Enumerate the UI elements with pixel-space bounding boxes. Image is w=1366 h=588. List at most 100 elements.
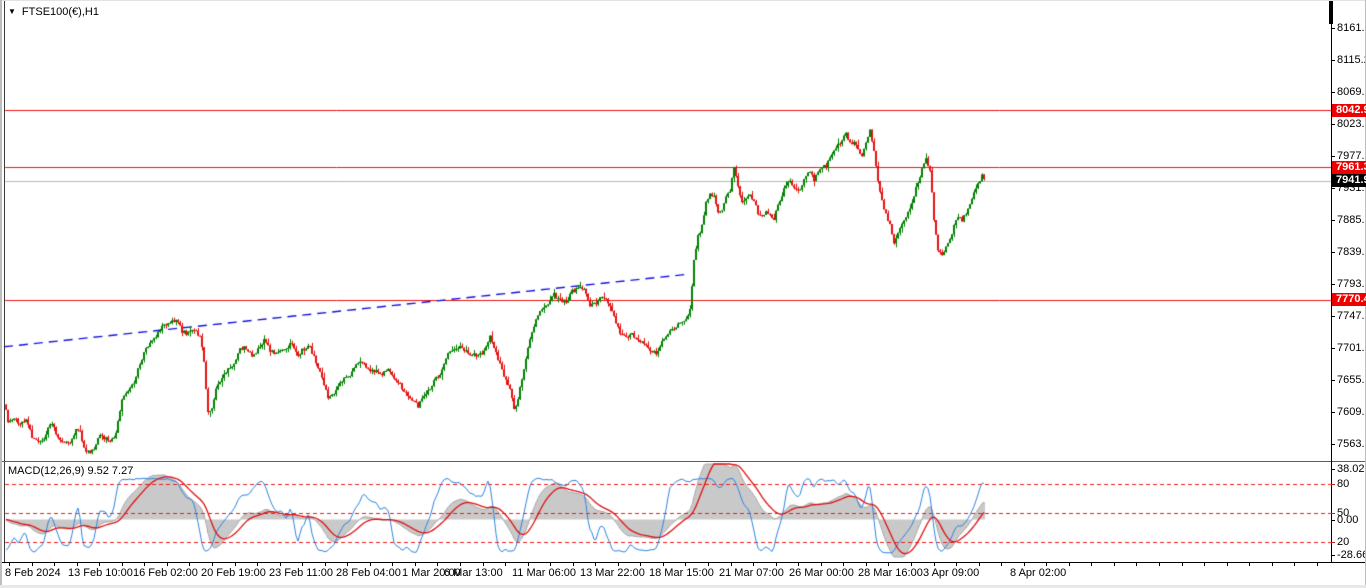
price-axis-tick xyxy=(1331,444,1335,446)
time-axis-label: 18 Mar 15:00 xyxy=(649,567,714,579)
time-axis-tick xyxy=(550,563,551,566)
time-axis-tick xyxy=(1114,563,1115,566)
macd-level-label: 50 xyxy=(1337,507,1350,519)
time-axis-tick xyxy=(415,563,416,566)
chart-title-row[interactable]: ▼ FTSE100(€),H1 xyxy=(8,6,99,18)
price-axis-tick xyxy=(1331,316,1335,318)
price-axis-tick xyxy=(1331,220,1335,222)
time-axis-label: 8 Feb 2024 xyxy=(5,567,61,579)
time-axis-tick xyxy=(483,563,484,566)
macd-axis[interactable]: 38.02 0.00 -28.66 80 50 20 xyxy=(1331,462,1366,562)
time-axis-tick xyxy=(776,563,777,566)
time-axis-tick xyxy=(1272,563,1273,566)
macd-level-label: 80 xyxy=(1337,478,1350,490)
price-axis-tick xyxy=(1331,60,1335,62)
price-chart-canvas[interactable] xyxy=(0,0,1331,563)
time-axis-label: 21 Mar 07:00 xyxy=(719,567,784,579)
time-axis-tick xyxy=(32,563,33,566)
price-axis-tick xyxy=(1331,252,1335,254)
time-axis-tick xyxy=(1249,563,1250,566)
price-axis-label: 8161.2 xyxy=(1337,22,1366,35)
time-axis-label: 23 Feb 11:00 xyxy=(269,567,334,579)
macd-level-tick xyxy=(1331,542,1335,543)
time-axis-tick xyxy=(212,563,213,566)
time-axis-tick xyxy=(1182,563,1183,566)
macd-axis-label: 38.02 xyxy=(1337,463,1365,475)
macd-indicator-label: MACD(12,26,9) 9.52 7.27 xyxy=(8,465,134,477)
time-axis-tick xyxy=(99,563,100,566)
time-axis-tick xyxy=(573,563,574,566)
time-axis-tick xyxy=(663,563,664,566)
current-price-tag: 7941.9 xyxy=(1332,174,1366,188)
macd-level-tick xyxy=(1331,513,1335,514)
time-axis-tick xyxy=(1024,563,1025,566)
time-axis-label: 28 Feb 04:00 xyxy=(336,567,401,579)
time-axis-tick xyxy=(685,563,686,566)
macd-axis-label: -28.66 xyxy=(1337,549,1366,561)
time-axis-tick xyxy=(392,563,393,566)
price-axis-label: 7793.2 xyxy=(1337,278,1366,291)
time-axis-tick xyxy=(640,563,641,566)
price-axis-label: 7701.2 xyxy=(1337,342,1366,355)
time-axis-tick xyxy=(280,563,281,566)
time-axis-tick xyxy=(888,563,889,566)
price-axis-label: 8069.2 xyxy=(1337,86,1366,99)
time-axis-tick xyxy=(956,563,957,566)
time-axis-label: 26 Mar 00:00 xyxy=(789,567,854,579)
time-axis-label: 8 Apr 02:00 xyxy=(1010,567,1067,579)
time-axis-tick xyxy=(1204,563,1205,566)
price-axis-tick xyxy=(1331,124,1335,126)
macd-axis-tick xyxy=(1331,469,1335,470)
time-axis-label: 20 Feb 19:00 xyxy=(201,567,266,579)
time-axis-tick xyxy=(1294,563,1295,566)
time-axis-line xyxy=(0,562,1366,563)
time-axis-tick xyxy=(1091,563,1092,566)
price-level-tag: 7770.4 xyxy=(1332,293,1366,307)
time-axis-tick xyxy=(144,563,145,566)
time-axis-label: 13 Feb 10:00 xyxy=(68,567,133,579)
price-axis-tick xyxy=(1331,412,1335,414)
time-axis-tick xyxy=(1317,563,1318,566)
macd-axis-tick xyxy=(1331,555,1335,556)
price-axis-label: 8023.2 xyxy=(1337,118,1366,131)
time-axis-tick xyxy=(505,563,506,566)
time-axis-tick xyxy=(167,563,168,566)
time-axis-tick xyxy=(77,563,78,566)
chevron-down-icon: ▼ xyxy=(8,7,16,16)
price-axis-label: 7839.2 xyxy=(1337,246,1366,259)
time-axis-tick xyxy=(325,563,326,566)
time-axis-tick xyxy=(257,563,258,566)
macd-axis-tick xyxy=(1331,520,1335,521)
chart-title: FTSE100(€),H1 xyxy=(21,6,99,18)
time-axis-tick xyxy=(347,563,348,566)
time-axis-label: 11 Mar 06:00 xyxy=(512,567,577,579)
time-axis-tick xyxy=(618,563,619,566)
time-axis-tick xyxy=(595,563,596,566)
time-axis[interactable]: 8 Feb 2024 13 Feb 10:00 16 Feb 02:00 20 Feb… xyxy=(0,562,1366,586)
price-axis-label: 7655.2 xyxy=(1337,374,1366,387)
time-axis-tick xyxy=(54,563,55,566)
time-axis-tick xyxy=(528,563,529,566)
price-axis-tick xyxy=(1331,188,1335,190)
time-axis-tick xyxy=(934,563,935,566)
time-axis-label: 28 Mar 16:00 xyxy=(858,567,923,579)
time-axis-label: 6 Mar 13:00 xyxy=(444,567,503,579)
price-axis[interactable]: 8161.28115.28069.28023.27977.27931.27885… xyxy=(1331,0,1366,461)
time-axis-tick xyxy=(1069,563,1070,566)
time-axis-tick xyxy=(798,563,799,566)
time-axis-label: 3 Apr 09:00 xyxy=(923,567,980,579)
time-axis-tick xyxy=(1159,563,1160,566)
time-axis-tick xyxy=(1001,563,1002,566)
time-axis-tick xyxy=(460,563,461,566)
time-axis-tick xyxy=(1227,563,1228,566)
price-axis-label: 7563.2 xyxy=(1337,438,1366,451)
time-axis-tick xyxy=(9,563,10,566)
price-axis-tick xyxy=(1331,28,1335,30)
time-axis-tick xyxy=(979,563,980,566)
price-axis-label: 7609.2 xyxy=(1337,406,1366,419)
time-axis-tick xyxy=(731,563,732,566)
price-axis-label: 7747.2 xyxy=(1337,310,1366,323)
time-axis-tick xyxy=(1136,563,1137,566)
time-axis-tick xyxy=(122,563,123,566)
macd-level-tick xyxy=(1331,484,1335,485)
